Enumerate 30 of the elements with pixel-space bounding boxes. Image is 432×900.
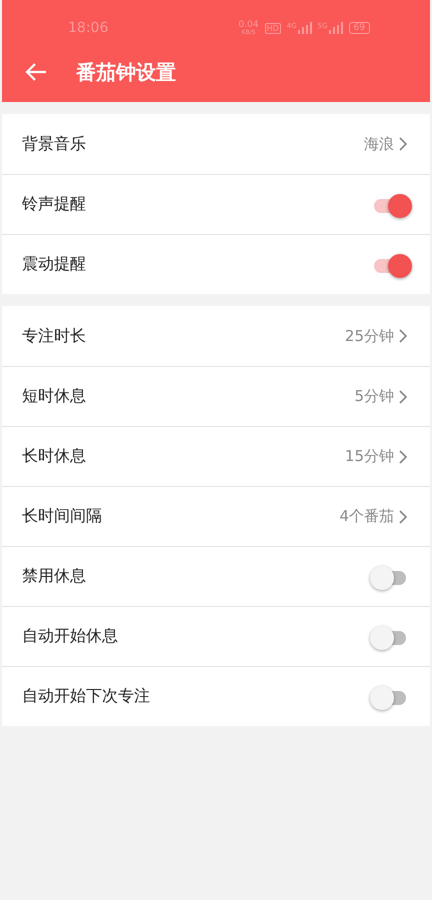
chevron-icon [398,450,408,464]
network-speed: 0.04 [238,20,259,30]
setting-value: 4个番茄 [339,507,394,526]
status-time: 18:06 [68,20,108,36]
setting-value: 5分钟 [354,387,394,406]
setting-label: 专注时长 [22,326,86,346]
signal-icon [298,22,312,34]
setting-value: 25分钟 [344,326,394,346]
battery-level: 69 [348,22,370,34]
toggle-switch[interactable] [372,564,408,588]
setting-label: 短时休息 [22,386,86,407]
signal-icon [328,22,343,34]
setting-label: 震动提醒 [22,254,86,275]
page-title: 番茄钟设置 [76,58,176,86]
setting-label: 铃声提醒 [22,194,86,215]
setting-label: 自动开始休息 [22,626,118,647]
setting-value: 海浪 [364,134,394,154]
toggle-switch[interactable] [372,624,408,648]
setting-label: 禁用休息 [22,566,86,587]
setting-label: 长时休息 [22,446,86,467]
setting-label: 长时间间隔 [22,506,102,527]
setting-value: 15分钟 [344,447,394,466]
chevron-icon [398,390,408,404]
setting-label: 自动开始下次专注 [22,686,150,707]
hd-badge: HD [264,22,281,34]
setting-label: 背景音乐 [22,134,86,154]
toggle-switch[interactable] [372,684,408,708]
chevron-icon [398,329,408,343]
chevron-icon [398,510,408,524]
chevron-icon [398,137,408,151]
